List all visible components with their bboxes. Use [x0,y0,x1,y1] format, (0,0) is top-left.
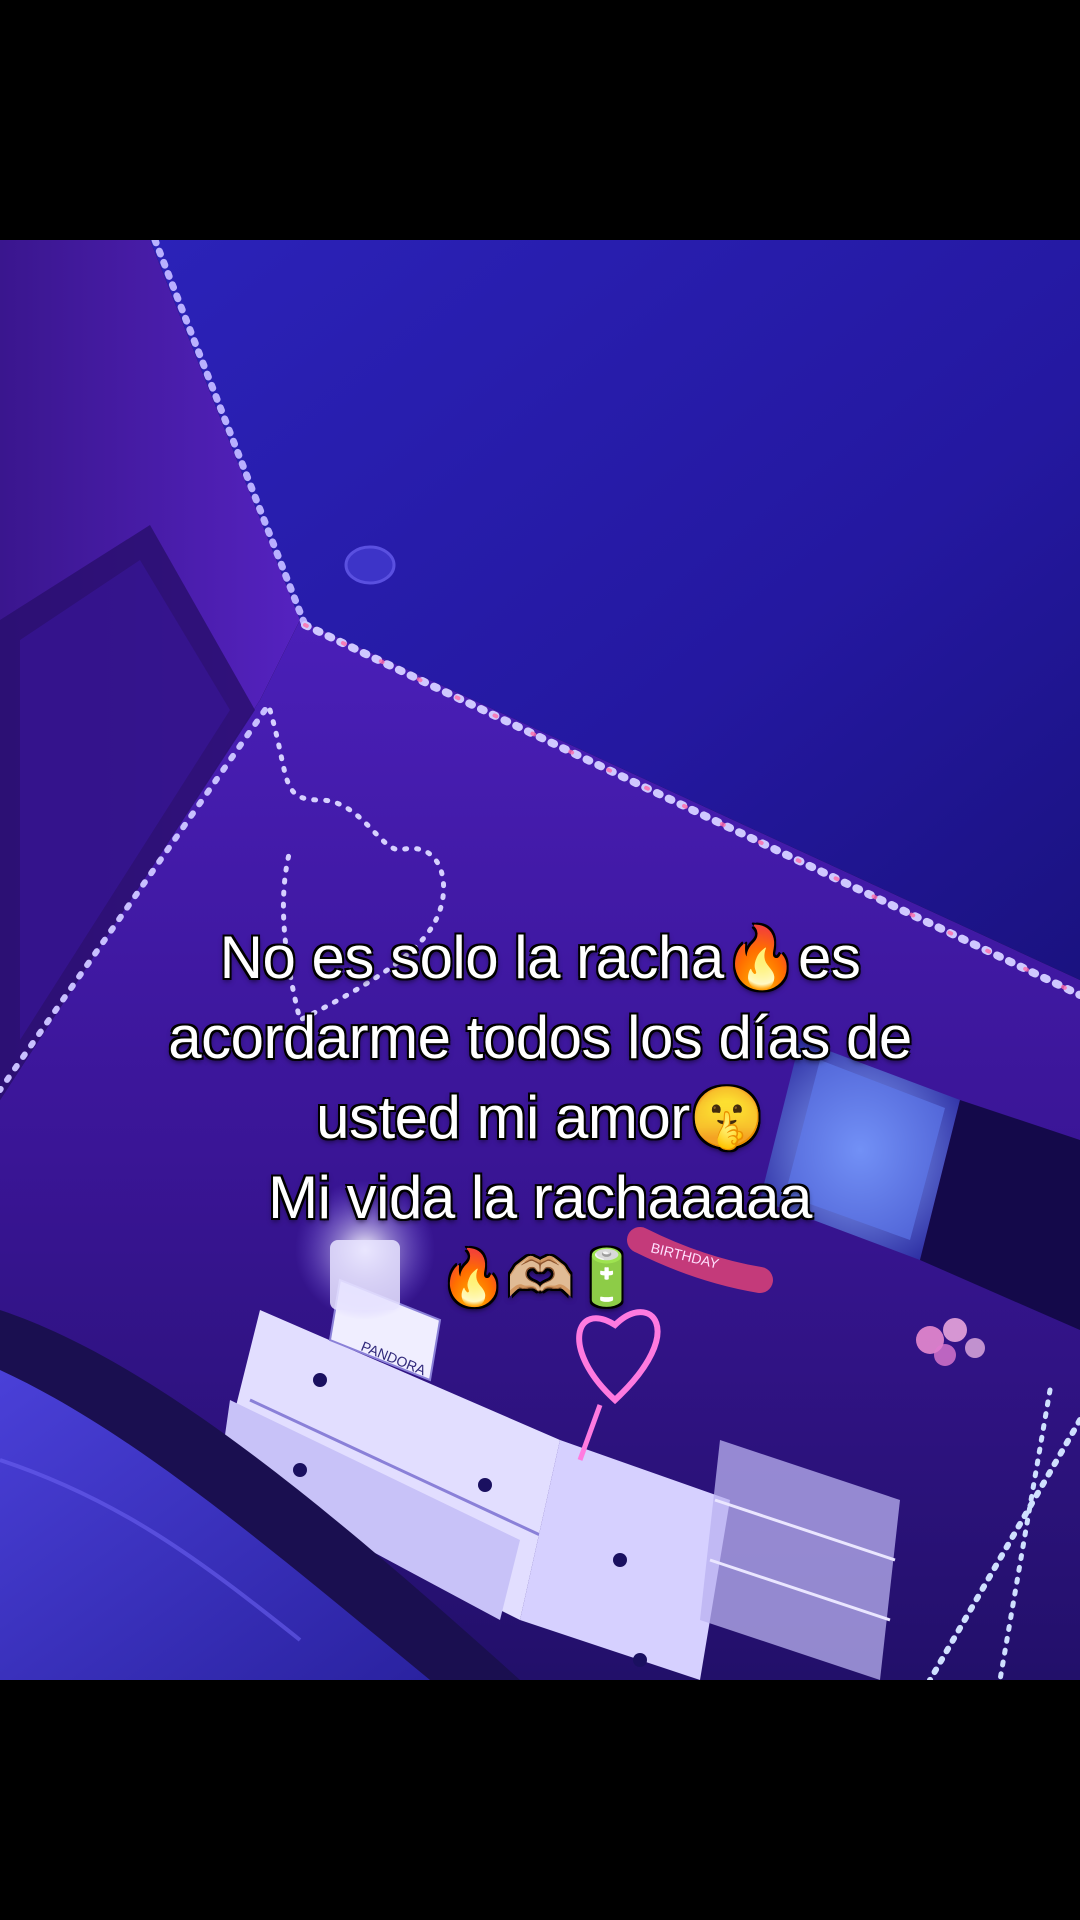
caption-line-4: Mi vida la rachaaaaa [268,1164,812,1231]
caption-line-1: No es solo la racha🔥es [219,924,861,991]
caption-line-2: acordarme todos los días de [168,1004,912,1071]
caption-line-3: usted mi amor🤫 [316,1084,764,1151]
caption-line-5-emojis: 🔥🫶🏼🔋 [439,1248,641,1308]
video-frame: PANDORA BIRTHDAY No es solo la racha🔥es … [0,0,1080,1920]
letterbox-bottom [0,1680,1080,1920]
smoke-detector [344,545,396,585]
video-caption: No es solo la racha🔥es acordarme todos l… [40,918,1040,1318]
letterbox-top [0,0,1080,240]
